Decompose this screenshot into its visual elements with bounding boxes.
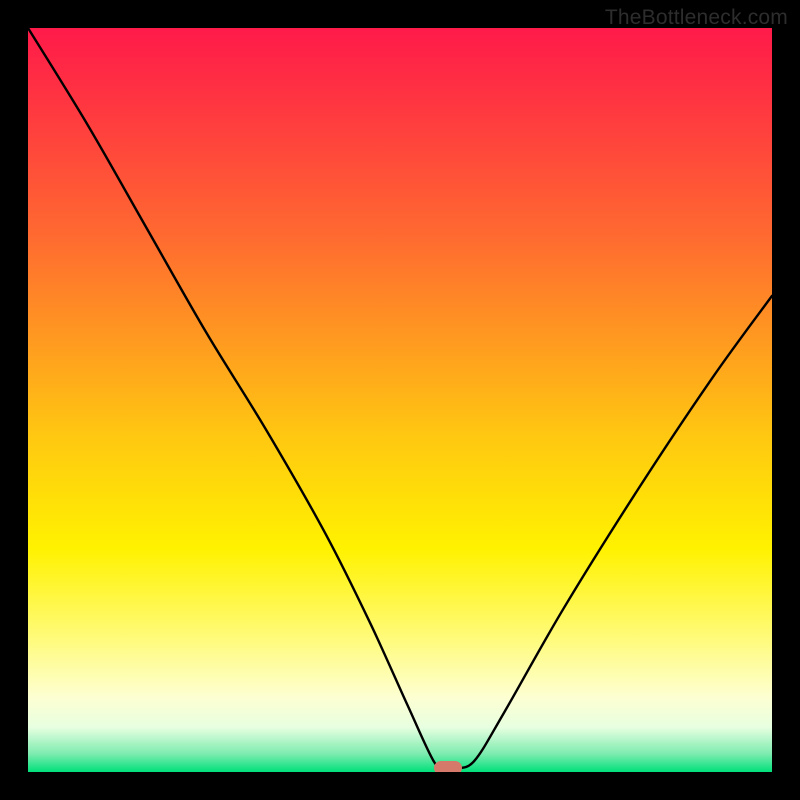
- chart-frame: [28, 28, 772, 772]
- optimal-point-marker: [434, 761, 462, 772]
- bottleneck-curve: [28, 28, 772, 772]
- watermark-label: TheBottleneck.com: [605, 6, 788, 30]
